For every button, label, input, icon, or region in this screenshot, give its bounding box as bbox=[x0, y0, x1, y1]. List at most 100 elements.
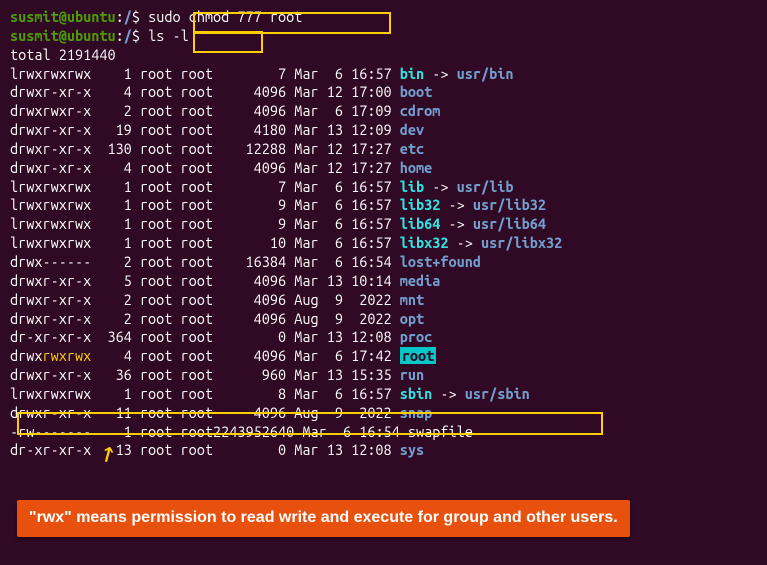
file-name-root: root bbox=[400, 347, 436, 364]
link-count: 1 bbox=[91, 234, 140, 251]
table-row: drwxr-xr-x 11 root root 4096 Aug 9 2022 … bbox=[10, 404, 757, 423]
file-date: Mar 12 17:27 bbox=[294, 159, 400, 176]
file-size: 7 bbox=[213, 178, 294, 195]
link-count: 13 bbox=[91, 441, 140, 458]
file-group: root bbox=[181, 291, 213, 308]
file-group: root bbox=[181, 83, 213, 100]
file-name: lib64 bbox=[400, 215, 441, 232]
file-size: 10 bbox=[213, 234, 294, 251]
prompt-line-2: susmit@ubuntu:/$ ls -l bbox=[10, 27, 757, 46]
file-name: mnt bbox=[400, 291, 424, 308]
file-perm: drwxr-xr-x bbox=[10, 140, 91, 157]
file-owner: root bbox=[140, 178, 172, 195]
file-perm: drwxr-xr-x bbox=[10, 404, 91, 421]
file-group: root bbox=[181, 272, 213, 289]
file-size: 4096 bbox=[213, 102, 294, 119]
table-row: drwxr-xr-x 19 root root 4180 Mar 13 12:0… bbox=[10, 121, 757, 140]
file-group: root bbox=[181, 102, 213, 119]
file-perm: lrwxrwxrwx bbox=[10, 385, 91, 402]
link-count: 2 bbox=[91, 291, 140, 308]
table-row: lrwxrwxrwx 1 root root 9 Mar 6 16:57 lib… bbox=[10, 196, 757, 215]
table-row: drwxr-xr-x 5 root root 4096 Mar 13 10:14… bbox=[10, 272, 757, 291]
file-group: root bbox=[181, 65, 213, 82]
file-perm: drwxr-xr-x bbox=[10, 291, 91, 308]
table-row: drwxrwxrwx 4 root root 4096 Mar 6 17:42 … bbox=[10, 347, 757, 366]
file-group: root bbox=[181, 159, 213, 176]
file-owner: root bbox=[140, 253, 172, 270]
file-size: 8 bbox=[213, 385, 294, 402]
link-target: usr/lib bbox=[457, 178, 514, 195]
table-row: lrwxrwxrwx 1 root root 9 Mar 6 16:57 lib… bbox=[10, 215, 757, 234]
file-owner: root bbox=[140, 102, 172, 119]
file-perm: drwxr-xr-x bbox=[10, 159, 91, 176]
file-name: etc bbox=[400, 140, 424, 157]
file-perm: drwx bbox=[10, 347, 42, 364]
link-arrow: -> bbox=[424, 65, 456, 82]
file-size: 4096 bbox=[213, 404, 294, 421]
table-row: drwxr-xr-x 130 root root 12288 Mar 12 17… bbox=[10, 140, 757, 159]
file-date: Mar 13 12:08 bbox=[294, 441, 400, 458]
file-perm: drwxr-xr-x bbox=[10, 310, 91, 327]
file-date: Mar 6 16:57 bbox=[294, 234, 400, 251]
file-date: Aug 9 2022 bbox=[294, 310, 400, 327]
file-size: 2243952640 bbox=[213, 423, 302, 440]
file-date: Mar 12 17:27 bbox=[294, 140, 400, 157]
file-date: Mar 6 16:57 bbox=[294, 65, 400, 82]
file-date: Aug 9 2022 bbox=[294, 404, 400, 421]
link-target: usr/bin bbox=[457, 65, 514, 82]
link-count: 1 bbox=[91, 178, 140, 195]
file-owner: root bbox=[140, 215, 172, 232]
link-count: 2 bbox=[91, 102, 140, 119]
link-arrow: -> bbox=[440, 215, 472, 232]
file-perm: lrwxrwxrwx bbox=[10, 234, 91, 251]
file-name: opt bbox=[400, 310, 424, 327]
file-size: 16384 bbox=[213, 253, 294, 270]
file-date: Mar 6 17:42 bbox=[294, 347, 400, 364]
link-target: usr/libx32 bbox=[481, 234, 562, 251]
file-size: 4096 bbox=[213, 291, 294, 308]
table-row: lrwxrwxrwx 1 root root 8 Mar 6 16:57 sbi… bbox=[10, 385, 757, 404]
file-group: root bbox=[181, 253, 213, 270]
file-group: root bbox=[181, 140, 213, 157]
file-name: lost+found bbox=[400, 253, 481, 270]
file-name: lib bbox=[400, 178, 424, 195]
command-1: sudo chmod 777 root bbox=[148, 8, 302, 25]
prompt-host: ubuntu bbox=[67, 8, 116, 25]
file-owner: root bbox=[140, 404, 172, 421]
file-size: 4096 bbox=[213, 159, 294, 176]
table-row: lrwxrwxrwx 1 root root 7 Mar 6 16:57 bin… bbox=[10, 65, 757, 84]
file-date: Mar 13 10:14 bbox=[294, 272, 400, 289]
table-row: drwx------ 2 root root 16384 Mar 6 16:54… bbox=[10, 253, 757, 272]
file-size: 960 bbox=[213, 366, 294, 383]
file-perm: dr-xr-xr-x bbox=[10, 328, 91, 345]
link-count: 1 bbox=[91, 215, 140, 232]
total-line: total 2191440 bbox=[10, 46, 757, 65]
table-row: lrwxrwxrwx 1 root root 10 Mar 6 16:57 li… bbox=[10, 234, 757, 253]
prompt-path: / bbox=[124, 8, 132, 25]
file-name: bin bbox=[400, 65, 424, 82]
terminal-screenshot: susmit@ubuntu:/$ sudo chmod 777 root sus… bbox=[10, 8, 757, 460]
file-perm: drwxrwxr-x bbox=[10, 102, 91, 119]
link-count: 1 bbox=[91, 65, 140, 82]
table-row: lrwxrwxrwx 1 root root 7 Mar 6 16:57 lib… bbox=[10, 178, 757, 197]
link-count: 130 bbox=[91, 140, 140, 157]
file-group: root bbox=[181, 366, 213, 383]
link-count: 1 bbox=[91, 385, 140, 402]
command-2: ls -l bbox=[148, 27, 189, 44]
file-name: boot bbox=[400, 83, 432, 100]
file-name: sys bbox=[400, 441, 424, 458]
file-date: Mar 6 16:54 bbox=[302, 423, 408, 440]
file-owner: root bbox=[140, 291, 172, 308]
file-perm-highlight: rwxrwx bbox=[42, 347, 91, 364]
file-date: Mar 6 16:57 bbox=[294, 385, 400, 402]
file-owner: root bbox=[140, 347, 172, 364]
file-owner: root bbox=[140, 159, 172, 176]
file-listing: lrwxrwxrwx 1 root root 7 Mar 6 16:57 bin… bbox=[10, 65, 757, 461]
link-arrow: -> bbox=[449, 234, 481, 251]
file-owner: root bbox=[140, 196, 172, 213]
file-size: 4096 bbox=[213, 310, 294, 327]
prompt-user: susmit bbox=[10, 8, 59, 25]
file-perm: drwxr-xr-x bbox=[10, 272, 91, 289]
link-count: 4 bbox=[91, 159, 140, 176]
file-name: proc bbox=[400, 328, 432, 345]
